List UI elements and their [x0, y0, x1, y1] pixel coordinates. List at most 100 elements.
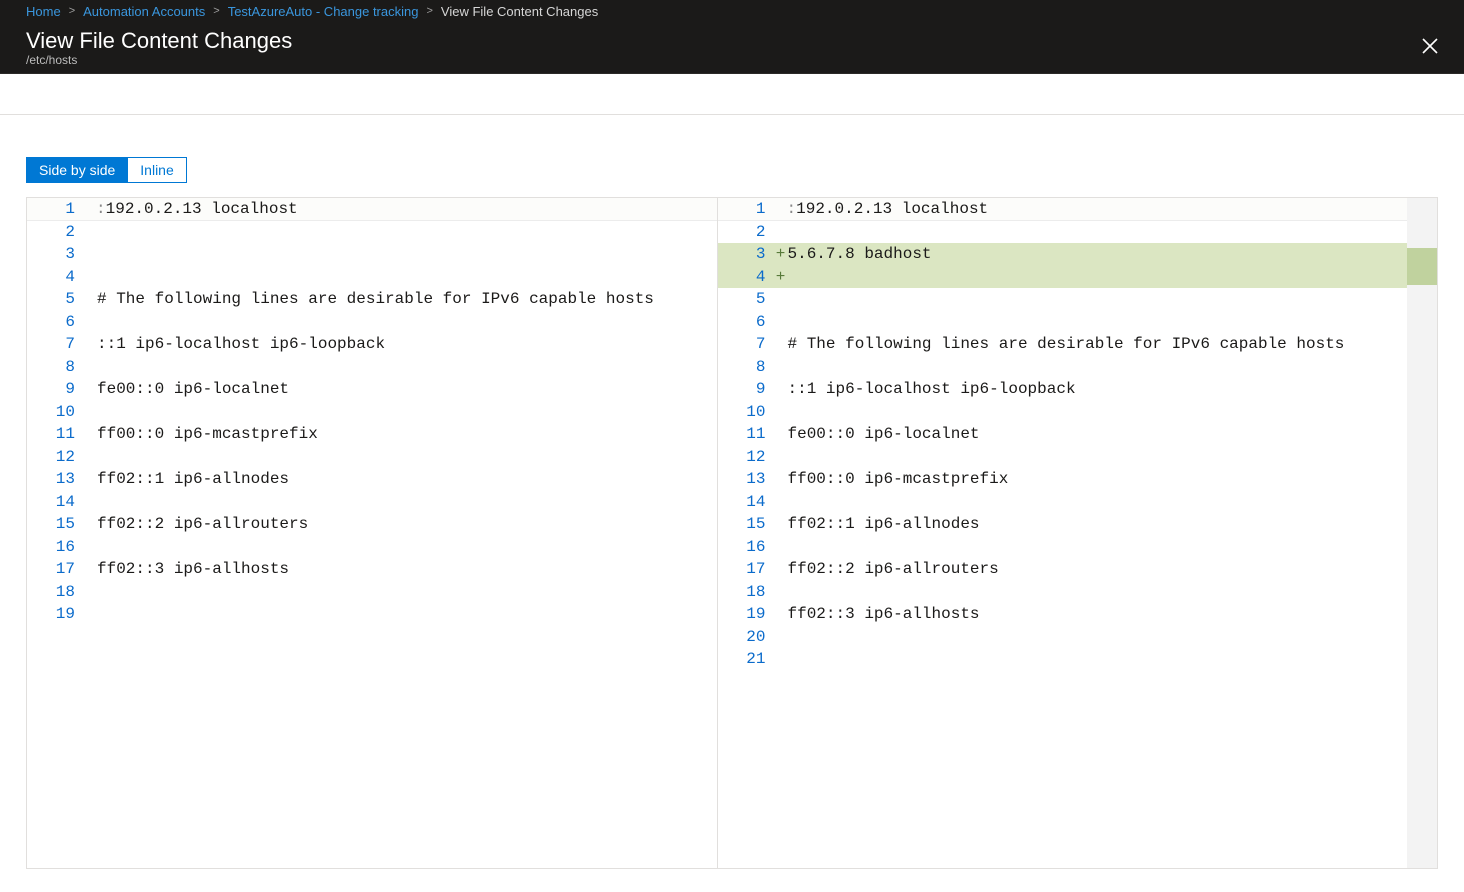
- diff-viewer: 1192.0.2.13 localhost2345# The following…: [26, 197, 1438, 869]
- line-number: 5: [27, 288, 83, 311]
- diff-marker: [774, 648, 788, 671]
- code-line: 10: [27, 401, 717, 424]
- code-text: [97, 266, 717, 289]
- page-title: View File Content Changes: [26, 28, 292, 54]
- code-text: [788, 266, 1408, 289]
- close-button[interactable]: [1414, 34, 1438, 62]
- line-number: 9: [27, 378, 83, 401]
- breadcrumb-separator: >: [213, 5, 219, 17]
- code-text: ff02::3 ip6-allhosts: [788, 603, 1408, 626]
- line-number: 16: [27, 536, 83, 559]
- code-line: 4: [27, 266, 717, 289]
- diff-marker: [774, 423, 788, 446]
- line-number: 7: [718, 333, 774, 356]
- diff-marker: [83, 311, 97, 334]
- code-text: [788, 536, 1408, 559]
- code-line: 6: [718, 311, 1408, 334]
- code-text: ff02::2 ip6-allrouters: [788, 558, 1408, 581]
- code-text: [97, 221, 717, 244]
- diff-marker: [83, 266, 97, 289]
- line-number: 1: [718, 198, 774, 221]
- line-number: 6: [718, 311, 774, 334]
- diff-marker: [83, 243, 97, 266]
- code-text: # The following lines are desirable for …: [788, 333, 1408, 356]
- diff-marker: [774, 626, 788, 649]
- diff-marker: +: [774, 266, 788, 289]
- diff-pane-modified[interactable]: 1192.0.2.13 localhost23+5.6.7.8 badhost4…: [717, 198, 1408, 868]
- code-text: [788, 356, 1408, 379]
- code-text: 192.0.2.13 localhost: [97, 198, 717, 221]
- line-number: 15: [27, 513, 83, 536]
- code-line: 8: [718, 356, 1408, 379]
- line-number: 11: [718, 423, 774, 446]
- line-number: 20: [718, 626, 774, 649]
- overview-ruler[interactable]: [1407, 198, 1437, 868]
- tab-side-by-side[interactable]: Side by side: [26, 157, 128, 183]
- diff-marker: [774, 356, 788, 379]
- code-text: ::1 ip6-localhost ip6-loopback: [97, 333, 717, 356]
- line-number: 1: [27, 198, 83, 221]
- diff-marker: +: [774, 243, 788, 266]
- tab-inline[interactable]: Inline: [128, 157, 186, 183]
- line-number: 19: [718, 603, 774, 626]
- diff-marker: [774, 446, 788, 469]
- code-text: [788, 311, 1408, 334]
- code-line: 17 ff02::2 ip6-allrouters: [718, 558, 1408, 581]
- breadcrumb-current: View File Content Changes: [441, 4, 598, 19]
- line-number: 6: [27, 311, 83, 334]
- code-line: 20: [718, 626, 1408, 649]
- page-subtitle: /etc/hosts: [26, 53, 292, 67]
- code-text: 192.0.2.13 localhost: [788, 198, 1408, 221]
- code-text: ff00::0 ip6-mcastprefix: [97, 423, 717, 446]
- diff-marker: [83, 423, 97, 446]
- code-line: 12: [718, 446, 1408, 469]
- code-line: 19: [27, 603, 717, 626]
- line-number: 16: [718, 536, 774, 559]
- code-line: 4+: [718, 266, 1408, 289]
- code-line: 11fe00::0 ip6-localnet: [718, 423, 1408, 446]
- code-line: 17ff02::3 ip6-allhosts: [27, 558, 717, 581]
- line-number: 3: [718, 243, 774, 266]
- code-line: 9 fe00::0 ip6-localnet: [27, 378, 717, 401]
- diff-marker: [774, 198, 788, 221]
- line-number: 14: [27, 491, 83, 514]
- code-line: 11 ff00::0 ip6-mcastprefix: [27, 423, 717, 446]
- code-line: 19 ff02::3 ip6-allhosts: [718, 603, 1408, 626]
- code-line: 21: [718, 648, 1408, 671]
- code-line: 5: [718, 288, 1408, 311]
- line-number: 2: [718, 221, 774, 244]
- diff-marker: [83, 401, 97, 424]
- code-line: 1 192.0.2.13 localhost: [27, 198, 717, 221]
- diff-marker: [83, 288, 97, 311]
- code-line: 7::1 ip6-localhost ip6-loopback: [27, 333, 717, 356]
- code-line: 15 ff02::1 ip6-allnodes: [718, 513, 1408, 536]
- line-number: 14: [718, 491, 774, 514]
- line-number: 11: [27, 423, 83, 446]
- line-number: 17: [718, 558, 774, 581]
- diff-marker: [83, 558, 97, 581]
- breadcrumb-separator: >: [69, 5, 75, 17]
- diff-marker: [774, 333, 788, 356]
- diff-marker: [83, 446, 97, 469]
- breadcrumb: Home > Automation Accounts > TestAzureAu…: [0, 0, 1464, 22]
- code-line: 12: [27, 446, 717, 469]
- title-bar: View File Content Changes /etc/hosts: [0, 22, 1464, 74]
- breadcrumb-resource[interactable]: TestAzureAuto - Change tracking: [228, 4, 419, 19]
- code-text: fe00::0 ip6-localnet: [97, 378, 717, 401]
- breadcrumb-home[interactable]: Home: [26, 4, 61, 19]
- code-text: [97, 581, 717, 604]
- diff-marker: [774, 221, 788, 244]
- code-text: ff02::1 ip6-allnodes: [788, 513, 1408, 536]
- breadcrumb-accounts[interactable]: Automation Accounts: [83, 4, 205, 19]
- diff-marker: [83, 491, 97, 514]
- line-number: 12: [718, 446, 774, 469]
- code-text: [788, 648, 1408, 671]
- code-line: 10: [718, 401, 1408, 424]
- line-number: 15: [718, 513, 774, 536]
- diff-pane-original[interactable]: 1192.0.2.13 localhost2345# The following…: [27, 198, 717, 868]
- code-text: [97, 356, 717, 379]
- line-number: 12: [27, 446, 83, 469]
- code-line: 7 # The following lines are desirable for…: [718, 333, 1408, 356]
- line-number: 21: [718, 648, 774, 671]
- diff-marker: [83, 378, 97, 401]
